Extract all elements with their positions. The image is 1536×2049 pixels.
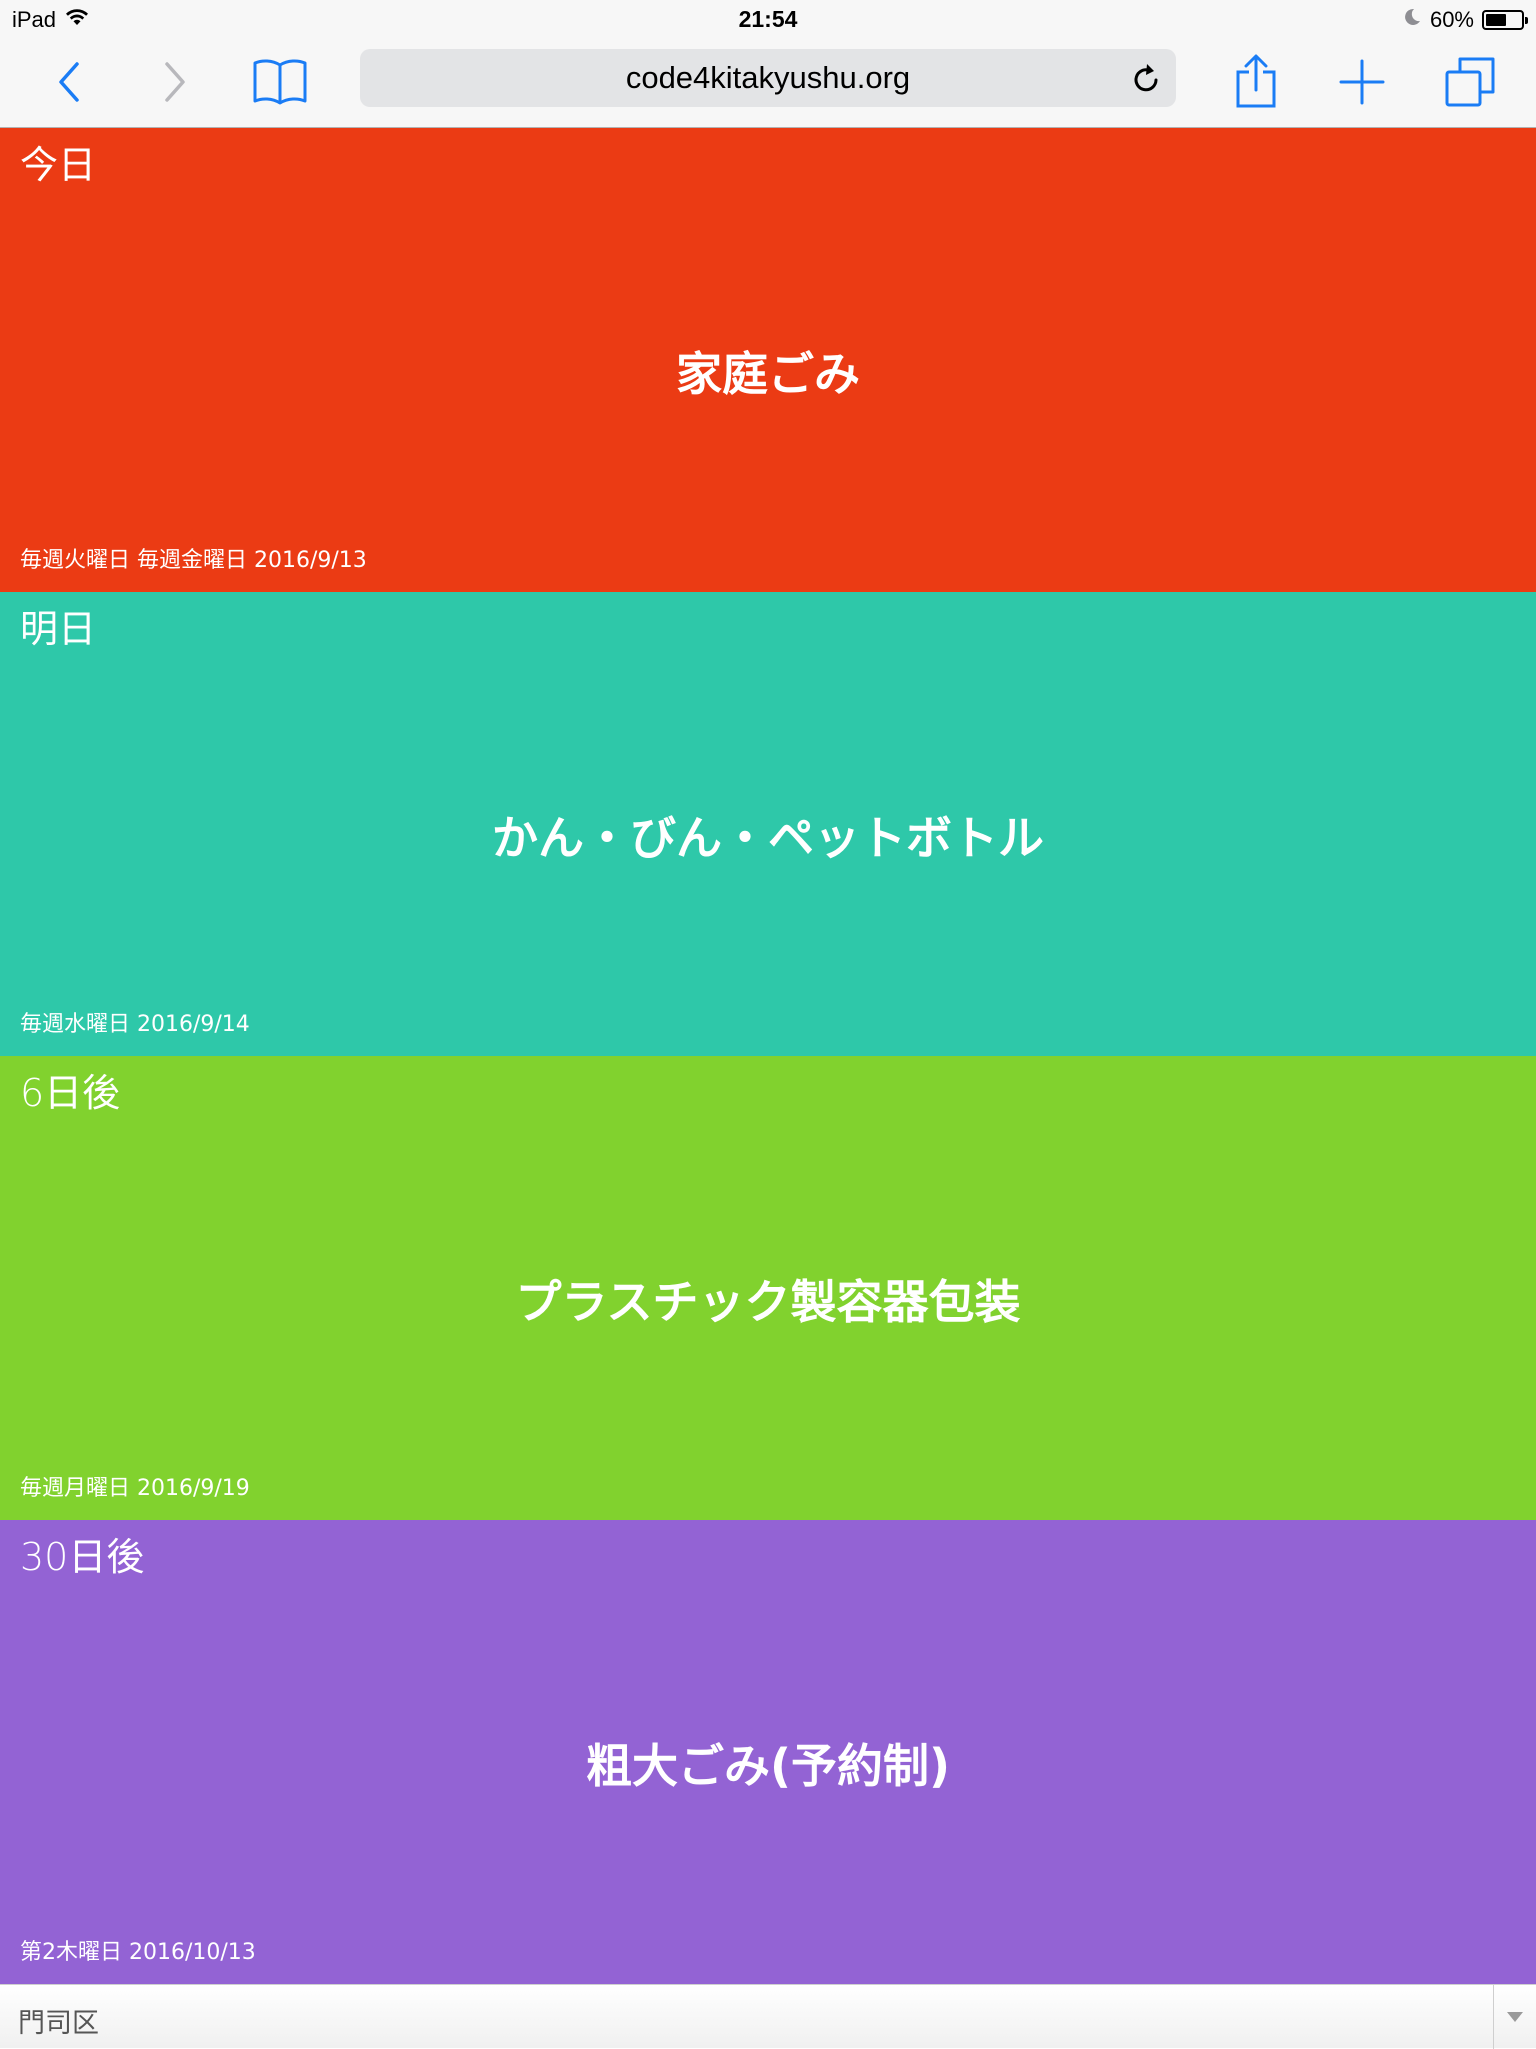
tabs-button[interactable] xyxy=(1440,52,1500,112)
share-icon xyxy=(1236,54,1276,108)
forward-button[interactable] xyxy=(144,52,204,112)
chevron-left-icon xyxy=(59,62,79,102)
panel-schedule: 毎週火曜日 毎週金曜日 2016/9/13 xyxy=(20,548,367,573)
panel-schedule: 毎週月曜日 2016/9/19 xyxy=(20,1476,250,1501)
reload-icon xyxy=(1134,64,1158,92)
status-bar: iPad 21:54 60% xyxy=(0,0,1536,40)
moon-icon xyxy=(1402,7,1422,33)
battery-cap xyxy=(1525,17,1528,24)
back-button[interactable] xyxy=(40,52,100,112)
new-tab-button[interactable] xyxy=(1332,52,1392,112)
panel-title: プラスチック製容器包装 xyxy=(515,1275,1021,1329)
panel-when-label: 明日 xyxy=(20,607,97,651)
panel-when-label: 6日後 xyxy=(20,1071,121,1115)
collection-panel-plastic[interactable]: 6日後 プラスチック製容器包装 毎週月曜日 2016/9/19 xyxy=(0,1056,1536,1520)
plus-icon xyxy=(1339,59,1385,105)
area-select[interactable]: 門司区 xyxy=(0,1984,1536,2049)
status-time: 21:54 xyxy=(738,6,798,32)
address-bar[interactable]: code4kitakyushu.org xyxy=(360,49,1176,107)
panel-when-label: 30日後 xyxy=(20,1535,145,1579)
reload-button[interactable] xyxy=(1130,61,1164,95)
bookmarks-button[interactable] xyxy=(250,52,310,112)
share-button[interactable] xyxy=(1226,52,1286,112)
battery-level xyxy=(1486,14,1506,26)
browser-toolbar: code4kitakyushu.org xyxy=(0,40,1536,128)
battery-percent: 60% xyxy=(1429,7,1474,32)
chevron-right-icon xyxy=(165,62,185,102)
panel-when-label: 今日 xyxy=(20,143,97,187)
panel-title: かん・びん・ペットボトル xyxy=(492,811,1044,865)
tabs-icon xyxy=(1445,57,1495,107)
collection-panel-oversized[interactable]: 30日後 粗大ごみ(予約制) 第2木曜日 2016/10/13 xyxy=(0,1520,1536,1984)
book-icon xyxy=(253,59,307,105)
area-select-value: 門司区 xyxy=(18,2008,99,2039)
panel-title: 家庭ごみ xyxy=(676,347,860,401)
panel-schedule: 毎週水曜日 2016/9/14 xyxy=(20,1012,250,1037)
url-text: code4kitakyushu.org xyxy=(625,60,911,95)
battery-icon xyxy=(1482,10,1528,30)
dropdown-arrow-icon[interactable] xyxy=(1493,1985,1536,2049)
collection-panel-cans-bottles[interactable]: 明日 かん・びん・ペットボトル 毎週水曜日 2016/9/14 xyxy=(0,592,1536,1056)
collection-panel-household[interactable]: 今日 家庭ごみ 毎週火曜日 毎週金曜日 2016/9/13 xyxy=(0,128,1536,592)
panel-schedule: 第2木曜日 2016/10/13 xyxy=(20,1940,256,1965)
status-right: 60% xyxy=(1402,7,1528,33)
panel-title: 粗大ごみ(予約制) xyxy=(585,1739,951,1793)
